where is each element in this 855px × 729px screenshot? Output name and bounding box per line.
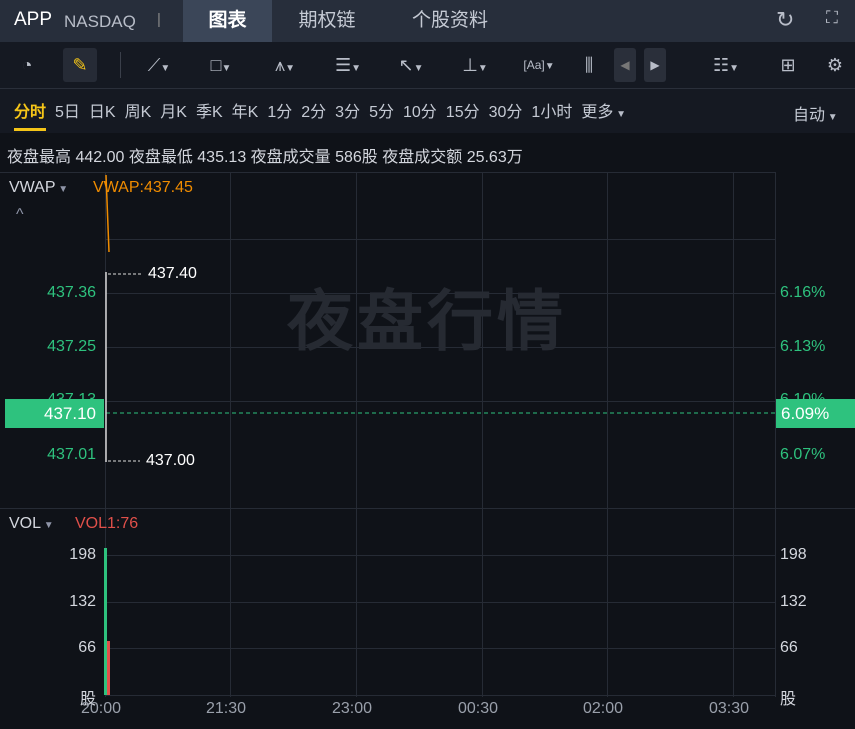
chevron-down-icon: ▼	[41, 520, 54, 531]
low-label: 437.00	[146, 452, 195, 469]
vol-tick-right: 66	[780, 639, 798, 656]
vol-tick: 198	[69, 546, 96, 563]
y-tick: 437.01	[47, 446, 96, 463]
vol-unit-right: 股	[780, 691, 797, 708]
vol-tick: 132	[69, 593, 96, 610]
high-label: 437.40	[148, 265, 197, 282]
current-pct-badge: 6.09%	[776, 399, 855, 428]
x-tick: 03:30	[709, 700, 750, 717]
x-tick: 00:30	[458, 700, 499, 717]
pct-tick: 6.07%	[780, 446, 826, 463]
main-indicator-select[interactable]: VWAP ▼	[9, 179, 68, 197]
volume-indicator-select[interactable]: VOL ▼	[9, 515, 54, 533]
y-tick: 437.25	[47, 338, 96, 355]
collapse-icon[interactable]: ^	[16, 206, 24, 224]
current-price-badge: 437.10	[5, 399, 104, 428]
x-tick: 02:00	[583, 700, 624, 717]
x-tick: 23:00	[332, 700, 373, 717]
chevron-down-icon: ▼	[55, 184, 69, 195]
watermark: 夜盘行情	[287, 284, 567, 358]
indicator-label: VOL	[9, 515, 42, 532]
vol-tick-right: 198	[780, 546, 807, 563]
y-tick: 437.36	[47, 284, 96, 301]
vol-tick-right: 132	[780, 593, 807, 610]
chart-grid	[0, 172, 855, 697]
volume-bar-down	[107, 641, 110, 695]
vwap-value: VWAP:437.45	[93, 179, 193, 196]
x-tick: 21:30	[206, 700, 247, 717]
pct-tick: 6.16%	[780, 284, 826, 301]
vol-value: VOL1:76	[75, 515, 139, 532]
pct-tick: 6.13%	[780, 338, 826, 355]
vol-tick: 66	[78, 639, 96, 656]
volume-bar-up	[104, 548, 107, 695]
indicator-label: VWAP	[9, 179, 56, 196]
x-tick: 20:00	[81, 700, 122, 717]
